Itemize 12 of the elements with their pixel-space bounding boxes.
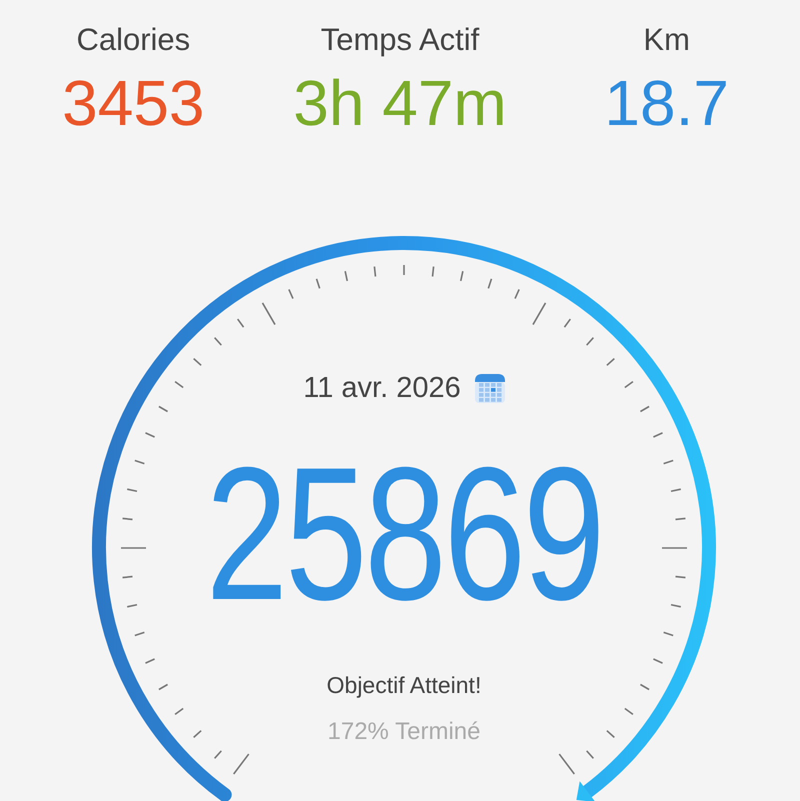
progress-percent: 172% Terminé [328,717,480,747]
stat-value: 3h 47m [293,66,507,140]
stat-value: 3453 [62,66,205,140]
step-count: 25869 [206,439,602,631]
goal-status: Objectif Atteint! [326,671,482,700]
arrow-marker-icon[interactable] [576,781,596,801]
stat-value: 18.7 [604,66,729,140]
calendar-icon[interactable] [474,372,505,404]
date-label: 11 avr. 2026 [303,372,461,404]
stat-label: Km [643,21,690,59]
stat-label: Temps Actif [320,21,480,59]
stat-label: Calories [76,21,190,59]
